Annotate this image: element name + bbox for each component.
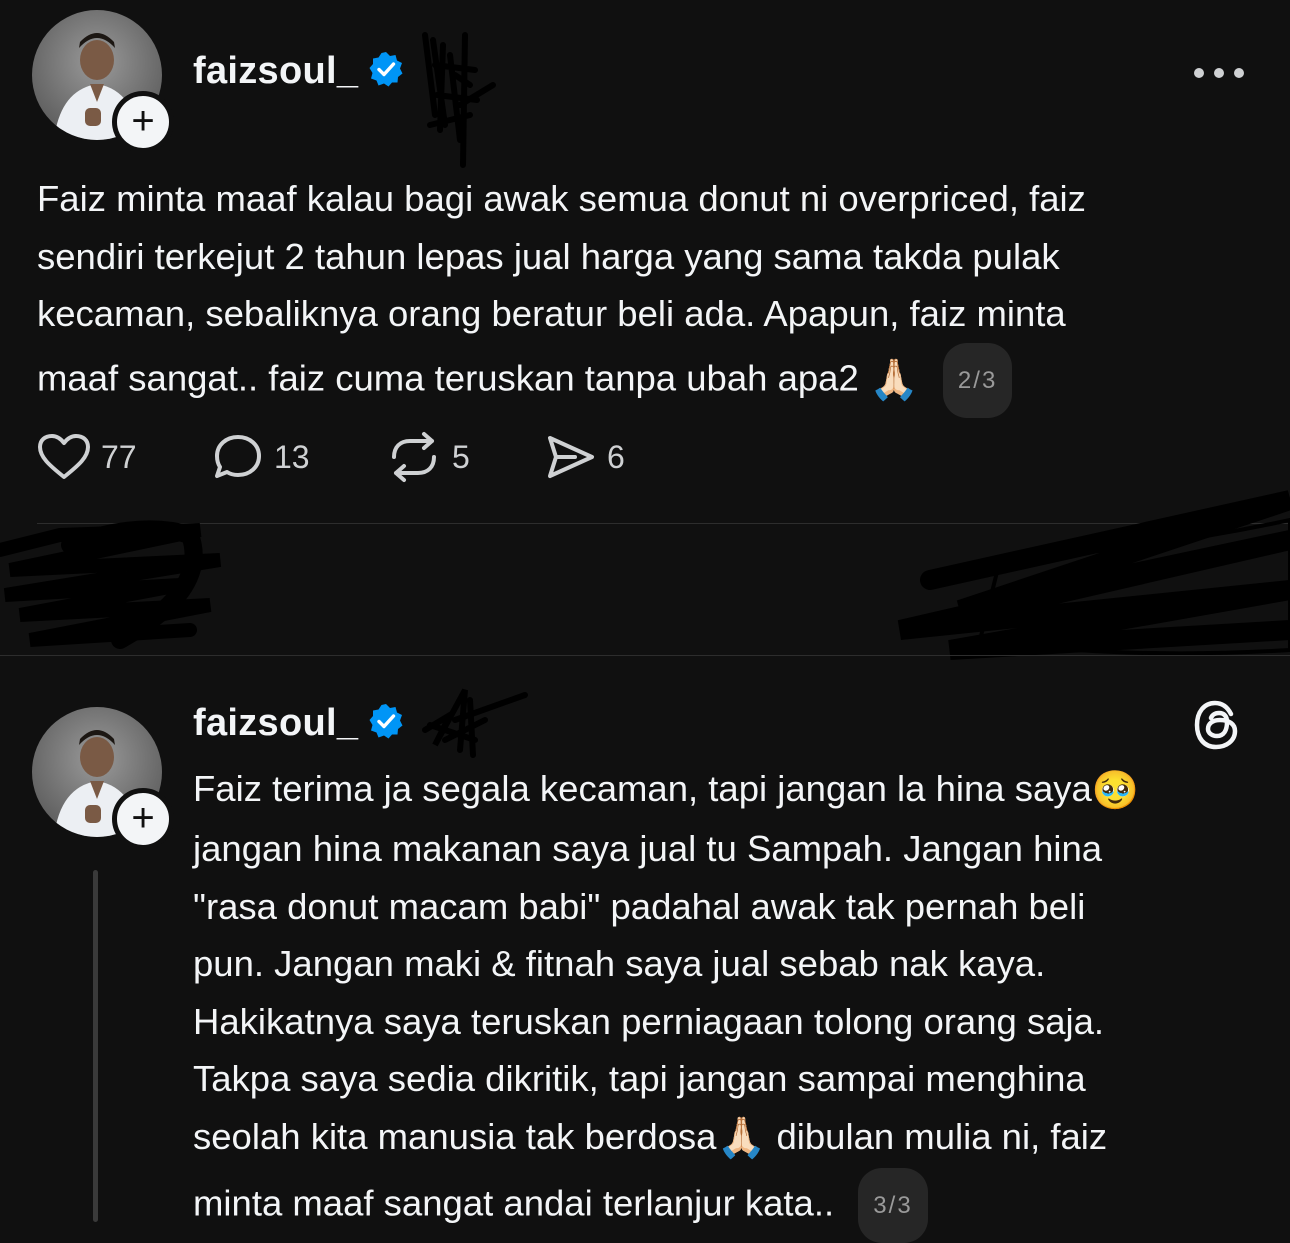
section-divider — [0, 655, 1290, 656]
plus-icon: + — [131, 796, 155, 840]
post-text-line: minta maaf sangat andai terlanjur kata.. — [193, 1182, 835, 1224]
post-text-line: sendiri terkejut 2 tahun lepas jual harg… — [37, 235, 1060, 277]
username[interactable]: faizsoul_ — [193, 702, 358, 745]
redaction-scribble — [422, 688, 528, 758]
redaction-scribble-large — [0, 490, 1290, 660]
follow-plus-button[interactable]: + — [112, 788, 174, 850]
verified-badge-icon — [368, 703, 404, 744]
post-text-line-last: maaf sangat.. faiz cuma teruskan tanpa u… — [37, 342, 1267, 418]
follow-plus-button[interactable]: + — [112, 91, 174, 153]
redaction-scribble — [422, 32, 496, 168]
post-text-line: Hakikatnya saya teruskan perniagaan tolo… — [193, 1000, 1105, 1042]
plus-icon: + — [131, 99, 155, 143]
post-text-line: kecaman, sebaliknya orang beratur beli a… — [37, 293, 1066, 334]
post-text-line: Faiz terima ja segala kecaman, tapi jang… — [193, 768, 1092, 809]
post-text-line: pun. Jangan maki & fitnah saya jual seba… — [193, 943, 1046, 985]
post-header: faizsoul_ — [193, 50, 404, 93]
page-indicator: 3/3 — [858, 1167, 928, 1243]
more-dots-icon — [1194, 68, 1244, 78]
more-options-button[interactable] — [1193, 66, 1245, 85]
post-text-line-mixed: seolah kita manusia tak berdosa🙏🏻 dibula… — [193, 1108, 1273, 1168]
post-text-line: Takpa saya sedia dikritik, tapi jangan s… — [193, 1058, 1086, 1100]
post-text-line-last: minta maaf sangat andai terlanjur kata..… — [193, 1167, 1273, 1243]
post-text: Faiz terima ja segala kecaman, tapi jang… — [193, 760, 1273, 1243]
post-text: Faiz minta maaf kalau bagi awak semua do… — [37, 170, 1267, 418]
page-indicator: 2/3 — [942, 342, 1013, 418]
post-text-line: jangan hina makanan saya jual tu Sampah.… — [193, 828, 1103, 870]
threads-logo-icon — [1194, 700, 1238, 750]
post-text-line: Faiz minta maaf kalau bagi awak semua do… — [37, 178, 1086, 219]
verified-badge-icon — [368, 51, 404, 92]
post-text-line: "rasa donut macam babi" padahal awak tak… — [193, 885, 1086, 927]
praying-hands-emoji: 🙏🏻 — [716, 1116, 767, 1161]
post-text-line: maaf sangat.. faiz cuma teruskan tanpa u… — [37, 356, 859, 398]
post-text-line-first: Faiz terima ja segala kecaman, tapi jang… — [193, 760, 1273, 820]
praying-hands-emoji: 🙏🏻 — [868, 357, 919, 402]
post-header: faizsoul_ — [193, 702, 404, 745]
post-text-line: dibulan mulia ni, faiz — [776, 1115, 1108, 1157]
pleading-face-emoji: 🥹 — [1091, 769, 1140, 812]
post-text-line: seolah kita manusia tak berdosa — [193, 1115, 717, 1157]
threads-logo[interactable] — [1193, 700, 1241, 755]
thread-line — [93, 870, 98, 1222]
username[interactable]: faizsoul_ — [193, 50, 358, 93]
